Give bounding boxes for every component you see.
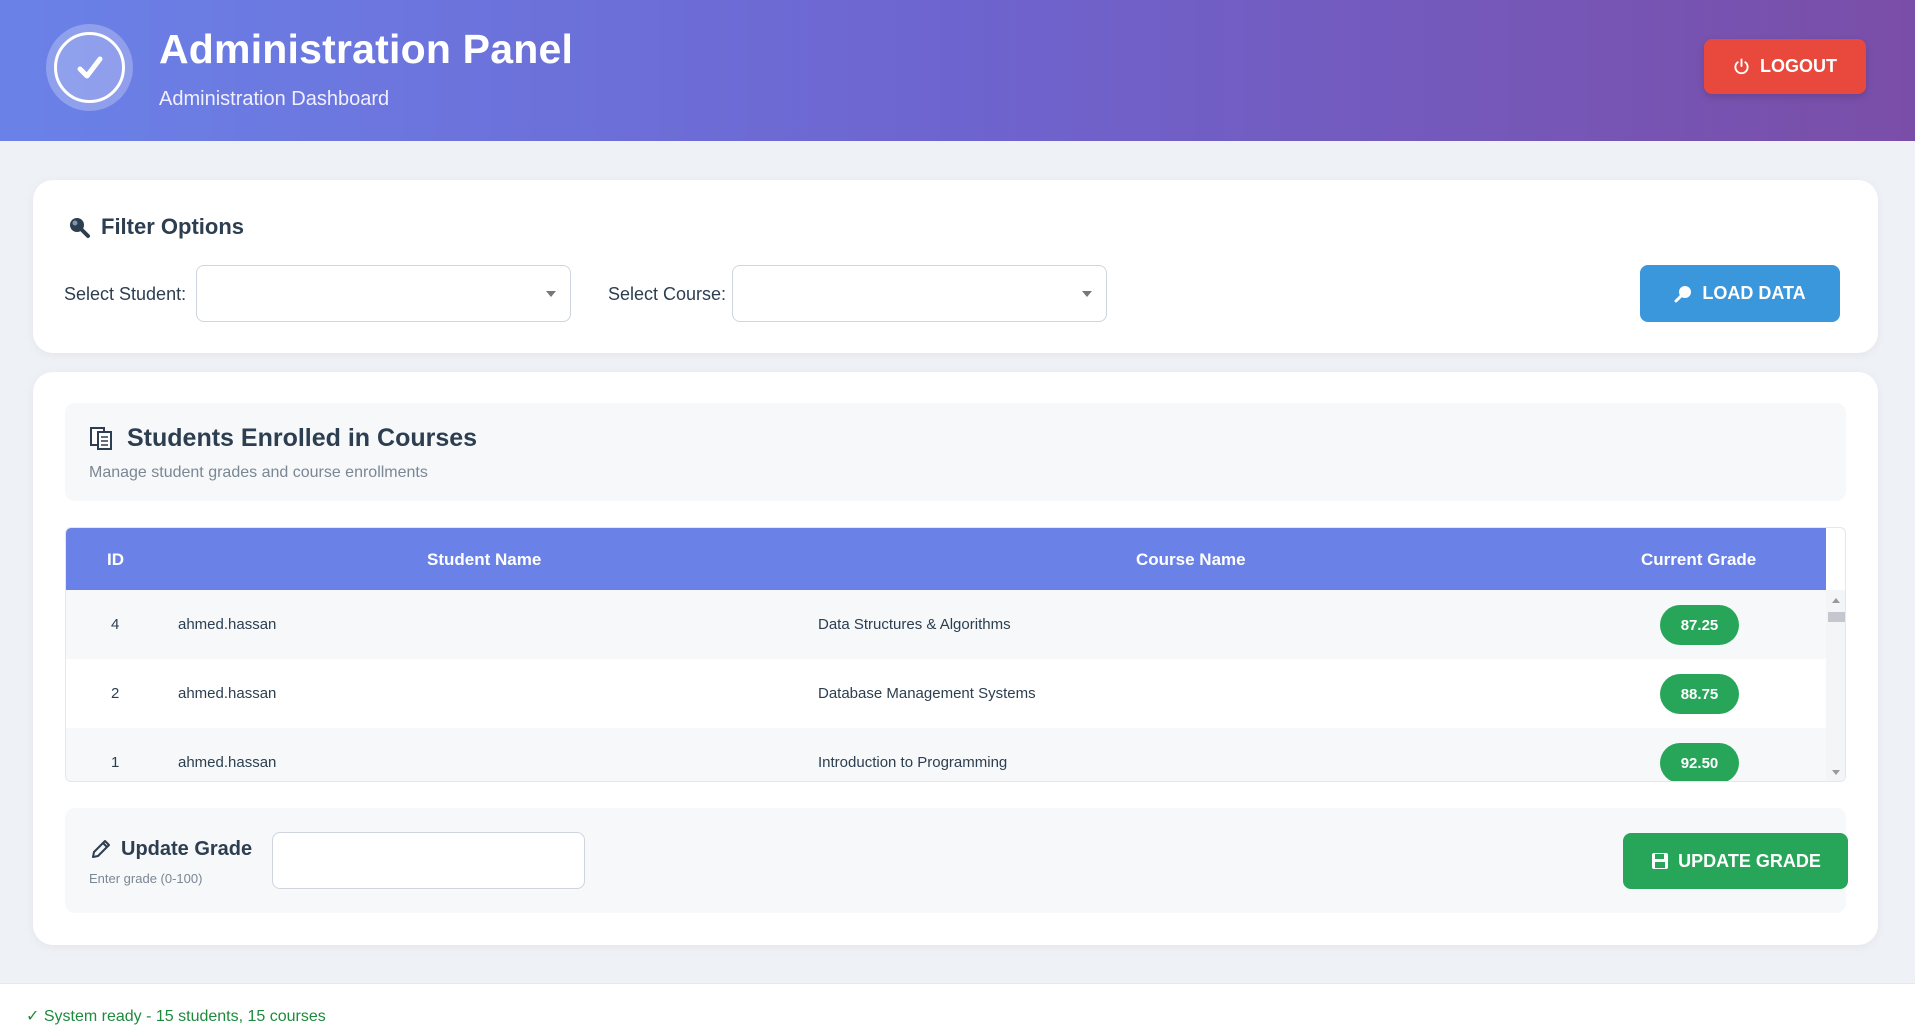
checkmark-icon: [54, 32, 125, 103]
load-data-button[interactable]: LOAD DATA: [1640, 265, 1840, 322]
status-bar: ✓ System ready - 15 students, 15 courses: [0, 983, 1915, 1031]
update-grade-panel: Update Grade Enter grade (0-100) UPDATE …: [65, 808, 1848, 913]
scroll-up-icon[interactable]: [1832, 598, 1840, 603]
filter-heading: Filter Options: [67, 214, 244, 240]
row-id: 1: [111, 754, 120, 771]
grade-badge: 92.50: [1660, 743, 1739, 781]
table-row[interactable]: 1 ahmed.hassan Introduction to Programmi…: [66, 728, 1826, 781]
enrollments-table: ID Student Name Course Name Current Grad…: [65, 527, 1846, 782]
enrollments-title: Students Enrolled in Courses: [127, 424, 478, 452]
pencil-icon: [92, 840, 110, 858]
column-header-grade[interactable]: Current Grade: [1641, 550, 1756, 570]
row-course: Database Management Systems: [818, 685, 1036, 702]
enrollments-heading: Students Enrolled in Courses: [89, 424, 477, 453]
logout-label: LOGOUT: [1760, 56, 1837, 76]
column-header-course[interactable]: Course Name: [1136, 550, 1246, 570]
save-icon: [1652, 853, 1669, 869]
logout-button[interactable]: LOGOUT: [1704, 39, 1866, 94]
filter-panel: Filter Options Select Student: Select Co…: [33, 180, 1878, 353]
scroll-down-icon[interactable]: [1832, 770, 1840, 775]
grade-input[interactable]: [272, 832, 585, 889]
update-grade-button[interactable]: UPDATE GRADE: [1623, 833, 1848, 889]
table-row[interactable]: 2 ahmed.hassan Database Management Syste…: [66, 659, 1826, 728]
student-select-label: Select Student:: [64, 284, 187, 304]
power-icon: [1734, 58, 1749, 75]
grade-badge: 87.25: [1660, 605, 1739, 645]
update-grade-title: Update Grade: [121, 837, 253, 860]
row-student: ahmed.hassan: [178, 685, 277, 702]
row-student: ahmed.hassan: [178, 616, 277, 633]
enrollments-header: Students Enrolled in Courses Manage stud…: [65, 403, 1846, 501]
magnifier-icon: [70, 218, 90, 238]
scroll-thumb[interactable]: [1828, 612, 1845, 622]
app-header: Administration Panel Administration Dash…: [0, 0, 1915, 141]
chevron-down-icon: [1082, 291, 1092, 297]
column-header-student[interactable]: Student Name: [427, 550, 541, 570]
enrollments-description: Manage student grades and course enrollm…: [89, 464, 428, 481]
table-scrollbar[interactable]: [1826, 590, 1845, 781]
row-course: Introduction to Programming: [818, 754, 1008, 771]
enrollments-panel: Students Enrolled in Courses Manage stud…: [33, 372, 1878, 945]
course-select-label: Select Course:: [608, 284, 727, 304]
update-grade-label: UPDATE GRADE: [1678, 850, 1821, 871]
column-header-id[interactable]: ID: [107, 550, 124, 570]
chevron-down-icon: [546, 291, 556, 297]
grade-badge: 88.75: [1660, 674, 1739, 714]
page-subtitle: Administration Dashboard: [159, 88, 390, 110]
row-id: 2: [111, 685, 120, 702]
course-select[interactable]: [732, 265, 1107, 322]
row-student: ahmed.hassan: [178, 754, 277, 771]
student-select[interactable]: [196, 265, 571, 322]
filter-title: Filter Options: [101, 214, 244, 239]
update-grade-heading: Update Grade: [89, 837, 252, 861]
documents-icon: [90, 426, 112, 450]
app-logo: [46, 24, 133, 111]
status-message: ✓ System ready - 15 students, 15 courses: [26, 1008, 326, 1025]
row-course: Data Structures & Algorithms: [818, 616, 1011, 633]
update-grade-hint: Enter grade (0-100): [89, 871, 203, 886]
load-data-label: LOAD DATA: [1702, 283, 1806, 303]
table-row[interactable]: 4 ahmed.hassan Data Structures & Algorit…: [66, 590, 1826, 659]
page-title: Administration Panel: [159, 26, 574, 72]
search-icon: [1674, 285, 1692, 302]
table-header: ID Student Name Course Name Current Grad…: [66, 528, 1826, 590]
row-id: 4: [111, 616, 120, 633]
